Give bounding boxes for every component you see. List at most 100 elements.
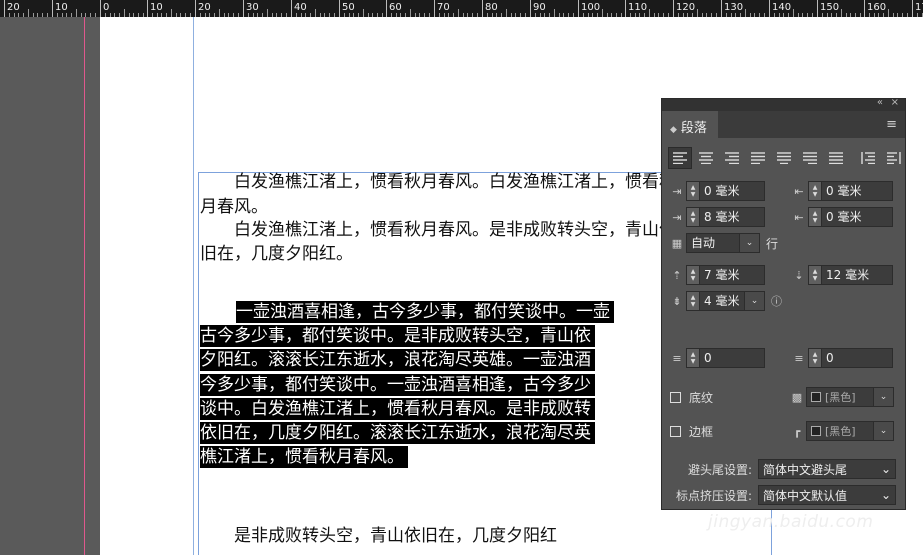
ruler-tick-label: 110	[628, 2, 648, 13]
align-away-from-spine-button[interactable]	[882, 147, 906, 169]
ruler-tick-label: 40	[294, 2, 307, 13]
collapse-panel-icon[interactable]: «	[877, 97, 883, 108]
ruler-minor-tick	[745, 9, 746, 17]
ruler-minor-tick	[888, 9, 889, 17]
drop-cap-stepper[interactable]: ▲ ▼	[686, 291, 699, 311]
chevron-down-icon[interactable]: ⌄	[874, 387, 894, 407]
color-swatch	[811, 426, 821, 436]
space-before-input[interactable]: 7 毫米	[699, 265, 765, 285]
ruler-tick: 0	[100, 0, 109, 17]
border-checkbox[interactable]	[670, 425, 681, 437]
ruler-tick-label: 160	[867, 2, 887, 13]
first-line-indent-stepper[interactable]: ▲ ▼	[686, 207, 699, 227]
last-line-indent-stepper[interactable]: ▲ ▼	[808, 207, 821, 227]
selected-text-line[interactable]: 依旧在，几度夕阳红。滚滚长江东逝水，浪花淘尽英	[200, 422, 595, 444]
ruler-minor-tick	[458, 9, 459, 17]
baseline-right-input[interactable]: 0	[821, 348, 893, 368]
shading-settings-icon[interactable]: ▩	[788, 388, 806, 406]
ruler-tick: 90	[530, 0, 546, 17]
align-left-button[interactable]	[668, 147, 692, 169]
ruler-tick-label: 90	[533, 2, 546, 13]
ruler-tick: 70	[434, 0, 450, 17]
align-right-button[interactable]	[720, 147, 744, 169]
chevron-down-icon[interactable]: ⌄	[740, 233, 760, 253]
border-color-field: ┏ [黑色] ⌄	[788, 421, 894, 441]
text-line[interactable]: 旧在，几度夕阳红。	[200, 243, 353, 266]
last-line-indent-input[interactable]: 0 毫米	[821, 207, 893, 227]
baseline-right-stepper[interactable]: ▲ ▼	[808, 348, 821, 368]
ruler-minor-tick	[315, 9, 316, 17]
ruler-tick-label: 100	[581, 2, 601, 13]
text-line[interactable]: 白发渔樵江渚上，惯看秋月春风。白发渔樵江渚上，惯看秋	[200, 171, 676, 194]
selected-text-line[interactable]: 谈中。白发渔樵江渚上，惯看秋月春风。是非成败转	[200, 398, 595, 420]
shading-color-select[interactable]: [黑色]	[806, 387, 874, 407]
ruler-minor-tick	[171, 9, 172, 17]
justify-left-button[interactable]	[746, 147, 770, 169]
ruler-tick: 140	[769, 0, 791, 17]
panel-menu-icon[interactable]: ≡	[886, 117, 897, 132]
margin-guide	[193, 17, 194, 555]
chevron-down-icon[interactable]: ⌄	[874, 421, 894, 441]
space-after-stepper[interactable]: ▲ ▼	[808, 265, 821, 285]
ruler-minor-tick	[554, 9, 555, 17]
first-line-indent-input[interactable]: 8 毫米	[699, 207, 765, 227]
ruler-tick-label: 10	[55, 2, 68, 13]
kinsoku-select[interactable]: 简体中文避头尾 ⌄	[758, 459, 896, 479]
shading-checkbox[interactable]	[670, 391, 681, 403]
border-settings-icon[interactable]: ┏	[788, 422, 806, 440]
space-after-input[interactable]: 12 毫米	[821, 265, 893, 285]
space-before-stepper[interactable]: ▲ ▼	[686, 265, 699, 285]
drop-cap-input[interactable]: 4 毫米	[699, 291, 745, 311]
panel-title-bar[interactable]: « ×	[662, 97, 905, 111]
shading-row: 底纹	[670, 387, 713, 407]
align-center-button[interactable]	[694, 147, 718, 169]
left-indent-field: ⇥ ▲ ▼ 0 毫米	[668, 181, 765, 201]
ruler-tick: 120	[673, 0, 695, 17]
kinsoku-label: 避头尾设置:	[688, 462, 753, 477]
selected-text-line[interactable]: 今多少事，都付笑谈中。一壶浊酒喜相逢，古今多少	[200, 374, 595, 396]
left-indent-icon: ⇥	[672, 184, 682, 198]
justify-right-button[interactable]	[798, 147, 822, 169]
pasteboard	[0, 17, 100, 555]
ruler-tick: 10	[52, 0, 68, 17]
close-panel-icon[interactable]: ×	[891, 97, 899, 108]
ruler-tick: 160	[864, 0, 886, 17]
align-to-grid-select[interactable]: 自动	[686, 233, 740, 253]
left-indent-input[interactable]: 0 毫米	[699, 181, 765, 201]
ruler-tick: 150	[817, 0, 839, 17]
drop-cap-field: ⇟ ▲ ▼ 4 毫米 ⌄ ⓘ	[668, 291, 782, 311]
tab-paragraph[interactable]: ◆ 段落	[662, 111, 718, 138]
right-indent-input[interactable]: 0 毫米	[821, 181, 893, 201]
info-icon[interactable]: ⓘ	[771, 293, 782, 309]
text-line[interactable]: 是非成败转头空，青山依旧在，几度夕阳红	[200, 525, 557, 548]
justify-center-button[interactable]	[772, 147, 796, 169]
expand-toggle-icon[interactable]: ◆	[670, 125, 677, 135]
right-indent-stepper[interactable]: ▲ ▼	[808, 181, 821, 201]
text-line[interactable]: 月春风。	[200, 196, 268, 219]
ruler-minor-tick	[841, 9, 842, 17]
mojikumi-label: 标点挤压设置:	[676, 488, 753, 503]
baseline-left-input[interactable]: 0	[699, 348, 765, 368]
chevron-down-icon[interactable]: ⌄	[745, 291, 765, 311]
justify-all-button[interactable]	[824, 147, 848, 169]
tab-paragraph-label: 段落	[680, 121, 707, 136]
ruler-tick: 30	[243, 0, 259, 17]
ruler-tick-label: 80	[485, 2, 498, 13]
paragraph-panel: « × ◆ 段落 ≡ ⇥ ▲ ▼ 0 毫米 ⇤ ▲ ▼ 0 毫米 ⇥ ▲ ▼ 8 毫米 …	[661, 97, 906, 510]
left-indent-stepper[interactable]: ▲ ▼	[686, 181, 699, 201]
border-color-label: [黑色]	[825, 425, 856, 438]
selected-text-line[interactable]: 夕阳红。滚滚长江东逝水，浪花淘尽英雄。一壶浊酒	[200, 349, 595, 371]
selected-text-line[interactable]: 一壶浊酒喜相逢，古今多少事，都付笑谈中。一壶	[236, 301, 614, 323]
ruler-minor-tick	[793, 9, 794, 17]
selected-text-line[interactable]: 古今多少事，都付笑谈中。是非成败转头空，青山依	[200, 325, 595, 347]
selected-text-line[interactable]: 樵江渚上，惯看秋月春风。	[200, 446, 408, 468]
baseline-left-stepper[interactable]: ▲ ▼	[686, 348, 699, 368]
align-towards-spine-button[interactable]	[856, 147, 880, 169]
horizontal-ruler[interactable]: 20 10 0 10 20 30 40 50 60 70 80 90 100 110 120 130 140 15…	[0, 0, 923, 17]
ruler-minor-tick	[363, 9, 364, 17]
ruler-minor-tick	[76, 9, 77, 17]
mojikumi-select[interactable]: 简体中文默认值 ⌄	[758, 485, 896, 505]
text-line[interactable]: 白发渔樵江渚上，惯看秋月春风。是非成败转头空，青山依	[200, 219, 676, 242]
baseline-left-field: ≡ ▲ ▼ 0	[668, 348, 765, 368]
border-color-select[interactable]: [黑色]	[806, 421, 874, 441]
